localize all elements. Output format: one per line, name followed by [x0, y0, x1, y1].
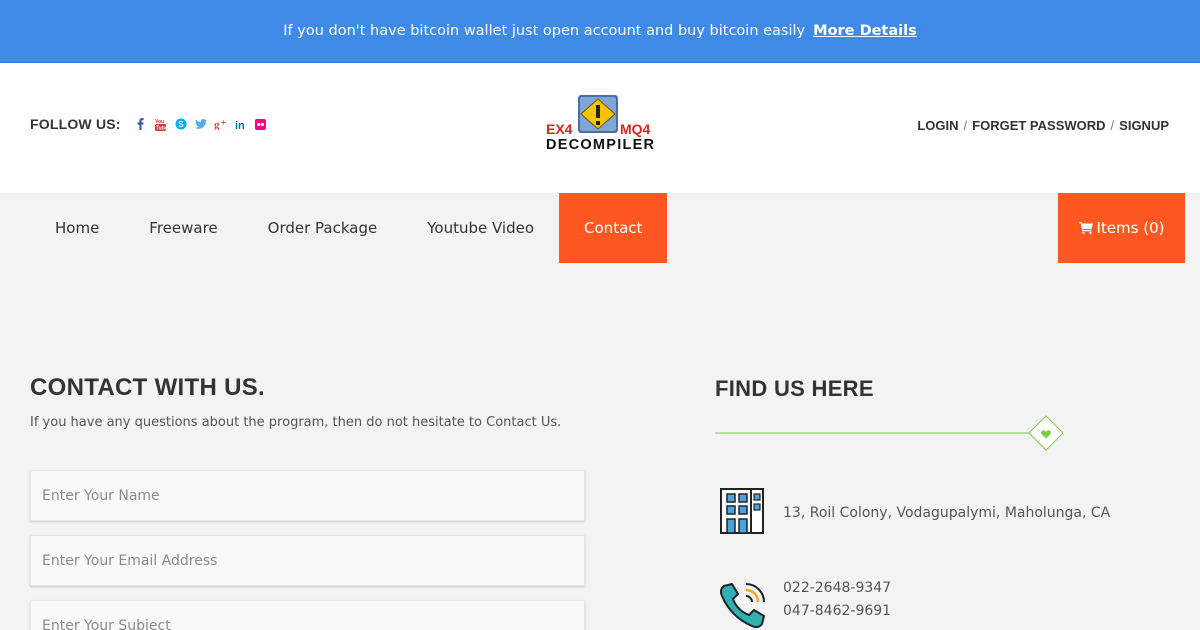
twitter-icon[interactable]	[191, 114, 211, 134]
auth-links: LOGIN / FORGET PASSWORD / SIGNUP	[917, 63, 1169, 187]
svg-text:in: in	[235, 120, 245, 130]
nav-item-freeware[interactable]: Freeware	[124, 193, 242, 263]
announcement-bar: If you don't have bitcoin wallet just op…	[0, 0, 1200, 63]
phone-number-2: 047-8462-9691	[783, 603, 892, 619]
auth-separator: /	[1110, 117, 1115, 133]
youtube-icon[interactable]: YouTube	[151, 114, 171, 134]
svg-text:+: +	[221, 118, 226, 127]
find-us-title: FIND US HERE	[715, 376, 874, 401]
cart-label: Items (0)	[1096, 219, 1165, 237]
building-icon	[720, 488, 764, 534]
site-header: FOLLOW US: YouTube S g+ in	[0, 63, 1200, 193]
google-plus-icon[interactable]: g +	[211, 114, 231, 134]
linkedin-icon[interactable]: in	[231, 114, 251, 134]
logo-text-decompiler: DECOMPILER	[546, 137, 655, 153]
facebook-icon[interactable]	[131, 114, 151, 134]
email-field[interactable]	[30, 535, 585, 586]
nav-item-youtube-video[interactable]: Youtube Video	[402, 193, 559, 263]
flickr-icon[interactable]	[251, 114, 271, 134]
heart-divider	[715, 415, 1064, 451]
name-field[interactable]	[30, 470, 585, 521]
follow-us-label: FOLLOW US:	[30, 116, 121, 132]
cart-button[interactable]: Items (0)	[1058, 193, 1185, 263]
announcement-message: If you don't have bitcoin wallet just op…	[283, 23, 806, 39]
phone-number-1: 022-2648-9347	[783, 580, 892, 596]
main-nav: Home Freeware Order Package Youtube Vide…	[0, 193, 1200, 263]
svg-text:S: S	[178, 120, 184, 129]
ex4-mq4-decompiler-logo[interactable]: EX4 MQ4 DECOMPILER	[545, 93, 657, 153]
subject-field[interactable]	[30, 600, 585, 630]
svg-text:g: g	[214, 119, 220, 130]
more-details-link[interactable]: More Details	[813, 23, 917, 39]
phone-icon	[719, 583, 765, 629]
social-links: YouTube S g+ in	[131, 114, 271, 134]
skype-icon[interactable]: S	[171, 114, 191, 134]
contact-subtitle: If you have any questions about the prog…	[30, 415, 562, 430]
nav-item-home[interactable]: Home	[30, 193, 124, 263]
logo-text-mq4: MQ4	[620, 121, 651, 137]
signup-link[interactable]: SIGNUP	[1119, 118, 1169, 133]
nav-item-contact[interactable]: Contact	[559, 193, 668, 263]
svg-text:Tube: Tube	[156, 125, 166, 131]
forget-password-link[interactable]: FORGET PASSWORD	[972, 118, 1105, 133]
shopping-cart-icon	[1078, 222, 1093, 234]
follow-us: FOLLOW US: YouTube S g+ in	[30, 63, 271, 185]
logo-text-ex4: EX4	[546, 121, 573, 137]
address-text: 13, Roil Colony, Vodagupalymi, Maholunga…	[783, 505, 1111, 521]
auth-separator: /	[963, 117, 968, 133]
contact-title: CONTACT WITH US.	[30, 374, 265, 401]
login-link[interactable]: LOGIN	[917, 118, 958, 133]
nav-item-order-package[interactable]: Order Package	[243, 193, 403, 263]
